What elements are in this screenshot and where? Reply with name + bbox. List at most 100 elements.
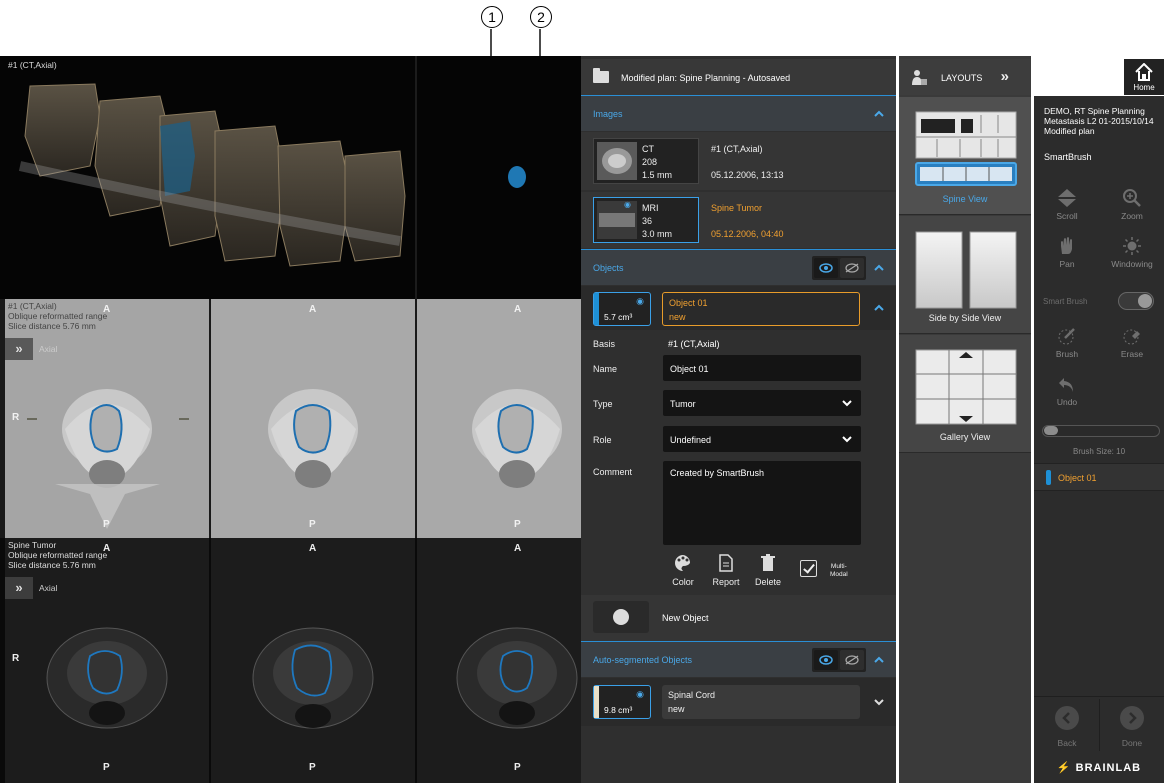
- slider-thumb[interactable]: [1044, 426, 1058, 435]
- brush-label: Brush: [1055, 349, 1079, 359]
- home-label: Home: [1133, 83, 1155, 92]
- type-select[interactable]: Tumor: [663, 390, 861, 416]
- images-section-header[interactable]: Images: [581, 95, 896, 131]
- name-field[interactable]: Object 01: [663, 355, 861, 381]
- gallery-view-label: Gallery View: [939, 432, 991, 442]
- mri-image-name: Spine Tumor: [711, 203, 763, 213]
- mr-slice-1[interactable]: Spine Tumor Oblique reformatted range Sl…: [5, 538, 209, 783]
- color-button[interactable]: Color: [663, 553, 703, 593]
- eye-icon[interactable]: ◉: [636, 296, 644, 307]
- ct-count: 208: [642, 157, 658, 167]
- brainlab-logo: ⚡ BRAINLAB: [1056, 762, 1142, 774]
- smartbrush-title: SmartBrush: [1044, 152, 1092, 162]
- orient-a: A: [103, 304, 111, 315]
- ct-modality: CT: [642, 144, 654, 154]
- mr-slice-3[interactable]: A P: [417, 538, 581, 783]
- layout-spine-view[interactable]: Spine View: [899, 97, 1031, 215]
- auto-volume-badge[interactable]: ◉ 9.8 cm³: [593, 685, 651, 719]
- chevron-up-icon[interactable]: [872, 261, 886, 275]
- folder-icon[interactable]: [593, 68, 609, 83]
- object-status: new: [669, 312, 686, 322]
- erase-label: Erase: [1120, 349, 1144, 359]
- spine-view-label: Spine View: [942, 194, 988, 204]
- comment-field[interactable]: Created by SmartBrush: [663, 461, 861, 545]
- layout-side-by-side[interactable]: Side by Side View: [899, 216, 1031, 334]
- role-select[interactable]: Undefined: [663, 426, 861, 452]
- zoom-label: Zoom: [1121, 211, 1143, 221]
- eraser-icon: [1123, 329, 1140, 345]
- done-button[interactable]: Done: [1102, 706, 1162, 748]
- delete-button[interactable]: Delete: [748, 553, 788, 593]
- back-label: Back: [1057, 738, 1077, 748]
- chevron-down-icon[interactable]: [872, 695, 886, 709]
- mri-thumbnail[interactable]: MRI 36 3.0 mm ◉: [593, 197, 699, 243]
- undo-tool[interactable]: Undo: [1037, 374, 1097, 407]
- chevron-up-icon[interactable]: [872, 107, 886, 121]
- brush-size-slider[interactable]: [1042, 425, 1160, 437]
- mr-slice-row: Spine Tumor Oblique reformatted range Sl…: [0, 538, 581, 783]
- basis-label: Basis: [593, 339, 616, 349]
- auto-object-name: Spinal Cord: [668, 690, 716, 700]
- smart-brush-toggle[interactable]: [1118, 292, 1154, 310]
- mr-plane-label: Axial: [39, 583, 58, 593]
- objects-section-title: Objects: [593, 263, 624, 273]
- back-button[interactable]: Back: [1037, 706, 1097, 748]
- undo-icon: [1059, 378, 1073, 392]
- brush-tool[interactable]: Brush: [1037, 326, 1097, 359]
- mri-modality: MRI: [642, 203, 659, 213]
- image-item-ct[interactable]: CT 208 1.5 mm #1 (CT,Axial) 05.12.2006, …: [581, 132, 896, 190]
- image-viewer[interactable]: #1 (CT,Axial) #1 (CT,Axial) Oblique refo…: [0, 56, 581, 783]
- ct-slice-2[interactable]: A P: [211, 299, 415, 538]
- auto-object-row[interactable]: ◉ 9.8 cm³ Spinal Cord new: [581, 678, 896, 726]
- ct-thumbnail[interactable]: CT 208 1.5 mm: [593, 138, 699, 184]
- mr-slice-2[interactable]: A P: [211, 538, 415, 783]
- ct-slice-3[interactable]: A P: [417, 299, 581, 538]
- home-button[interactable]: Home: [1124, 59, 1164, 95]
- orient-p: P: [514, 762, 521, 773]
- brainlab-mark-icon: ⚡: [1056, 762, 1076, 774]
- type-value: Tumor: [670, 399, 696, 409]
- chevron-up-icon[interactable]: [872, 653, 886, 667]
- collapse-arrows-icon[interactable]: »: [1001, 68, 1009, 85]
- auto-section-title: Auto-segmented Objects: [593, 655, 693, 665]
- auto-object-status: new: [668, 704, 685, 714]
- object-name: Object 01: [669, 298, 708, 308]
- multimodal-checkbox[interactable]: [800, 560, 817, 577]
- zoom-tool[interactable]: Zoom: [1102, 188, 1162, 221]
- chevron-down-icon: [842, 436, 852, 443]
- document-icon: [719, 554, 733, 572]
- eye-icon[interactable]: ◉: [636, 689, 644, 700]
- object-row[interactable]: ◉ 5.7 cm³ Object 01 new: [581, 286, 896, 330]
- visibility-toggle[interactable]: [812, 256, 866, 280]
- object-volume-badge[interactable]: ◉ 5.7 cm³: [593, 292, 651, 326]
- basis-value: #1 (CT,Axial): [668, 339, 720, 349]
- expand-mr-button[interactable]: »: [5, 577, 33, 599]
- undo-label: Undo: [1056, 397, 1078, 407]
- report-button[interactable]: Report: [706, 553, 746, 593]
- erase-tool[interactable]: Erase: [1102, 326, 1162, 359]
- image-item-mri[interactable]: MRI 36 3.0 mm ◉ Spine Tumor 05.12.2006, …: [581, 192, 896, 248]
- objects-section-header[interactable]: Objects: [581, 249, 896, 285]
- mri-count: 36: [642, 216, 653, 226]
- brightness-icon: [1123, 237, 1141, 255]
- object-list-item[interactable]: Object 01: [1034, 463, 1164, 491]
- layout-gallery-view[interactable]: Gallery View: [899, 335, 1031, 453]
- windowing-tool[interactable]: Windowing: [1102, 236, 1162, 269]
- pan-tool[interactable]: Pan: [1037, 236, 1097, 269]
- palette-icon: [675, 555, 691, 571]
- scroll-tool[interactable]: Scroll: [1037, 188, 1097, 221]
- eye-icon[interactable]: ◉: [624, 200, 631, 209]
- auto-segmented-header[interactable]: Auto-segmented Objects: [581, 641, 896, 677]
- spine-3d-render: [18, 56, 526, 299]
- object-name-box[interactable]: Object 01 new: [662, 292, 860, 326]
- home-icon: [1135, 63, 1153, 81]
- ct-slice-1[interactable]: #1 (CT,Axial) Oblique reformatted range …: [5, 299, 209, 538]
- new-object-button[interactable]: [593, 601, 649, 633]
- images-section-title: Images: [593, 109, 623, 119]
- 3d-view[interactable]: #1 (CT,Axial): [0, 56, 581, 299]
- expand-ct-button[interactable]: »: [5, 338, 33, 360]
- new-object-row[interactable]: New Object: [581, 595, 896, 641]
- auto-object-name-box[interactable]: Spinal Cord new: [662, 685, 860, 719]
- chevron-up-icon[interactable]: [872, 301, 886, 315]
- auto-visibility-toggle[interactable]: [812, 648, 866, 672]
